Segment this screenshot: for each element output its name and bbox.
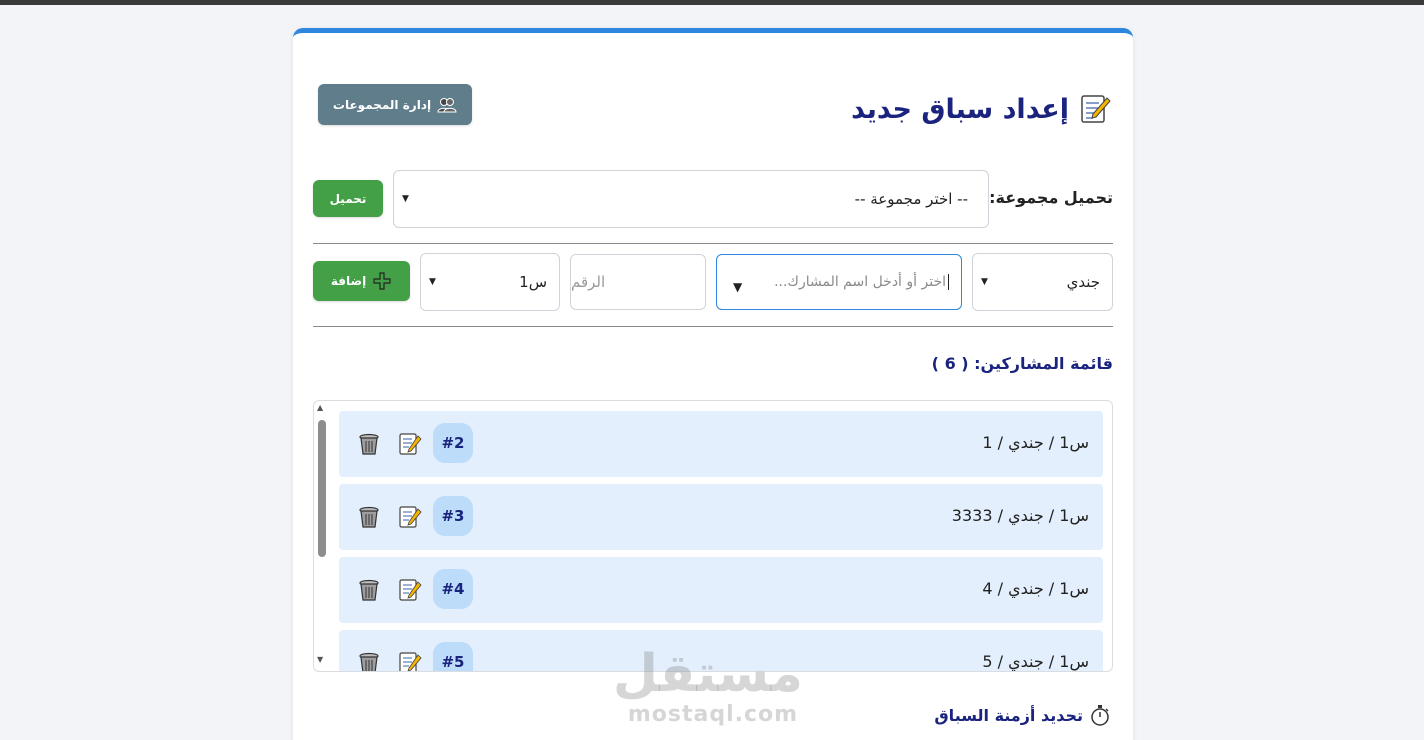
edit-icon[interactable]: [398, 432, 422, 456]
add-participant-button[interactable]: إضافة: [313, 261, 410, 301]
users-icon: [437, 97, 457, 112]
manage-groups-button[interactable]: إدارة المجموعات: [318, 84, 472, 125]
participant-details: س1 / جندي / 5: [982, 652, 1089, 671]
participant-badge: #4: [433, 569, 473, 609]
class-select[interactable]: ▼ س1: [420, 253, 560, 311]
add-participant-label: إضافة: [330, 274, 367, 288]
chevron-down-icon: ▼: [981, 277, 988, 287]
group-select-value: -- اختر مجموعة --: [854, 190, 968, 208]
load-group-label: تحميل مجموعة:: [989, 188, 1113, 207]
participant-badge: #3: [433, 496, 473, 536]
participant-details: س1 / جندي / 1: [982, 433, 1089, 452]
participant-number-placeholder: الرقم: [571, 273, 606, 291]
participant-row: س1 / جندي / 5 #5: [339, 630, 1103, 672]
participants-list[interactable]: ▲ ▼ س1 / جندي / 1 #2 س1 / جندي / 3333 #3…: [313, 400, 1113, 672]
chevron-down-icon: ▼: [402, 194, 409, 204]
trash-icon[interactable]: [357, 578, 381, 602]
memo-icon: [1081, 95, 1111, 123]
participant-row: س1 / جندي / 4 #4: [339, 557, 1103, 623]
trash-icon[interactable]: [357, 505, 381, 529]
participants-list-title: قائمة المشاركين: ( 6 ): [931, 354, 1113, 373]
trash-icon[interactable]: [357, 651, 381, 672]
load-group-button[interactable]: تحميل: [313, 180, 383, 217]
race-timing-title: تحديد أزمنة السباق: [934, 703, 1111, 727]
participant-name-combobox[interactable]: ▼ اختر أو أدخل اسم المشارك...: [716, 254, 962, 310]
participant-details: س1 / جندي / 4: [982, 579, 1089, 598]
divider: [313, 326, 1113, 327]
page-title-text: إعداد سباق جديد: [851, 93, 1069, 125]
plus-icon: [373, 272, 391, 290]
participant-name-placeholder: اختر أو أدخل اسم المشارك...: [774, 274, 949, 290]
class-select-value: س1: [519, 273, 547, 291]
stopwatch-icon: [1091, 705, 1109, 726]
group-select[interactable]: ▼ -- اختر مجموعة --: [393, 170, 989, 228]
race-setup-card: إعداد سباق جديد إدارة المجموعات تحميل مج…: [293, 28, 1133, 740]
dropdown-triangle-icon[interactable]: ▼: [733, 280, 742, 294]
participant-row: س1 / جندي / 3333 #3: [339, 484, 1103, 550]
participant-badge: #5: [433, 642, 473, 671]
participant-number-input[interactable]: الرقم: [570, 254, 706, 310]
scroll-up-arrow[interactable]: ▲: [317, 403, 323, 412]
page-title: إعداد سباق جديد: [851, 89, 1111, 129]
edit-icon[interactable]: [398, 651, 422, 672]
participant-row: س1 / جندي / 1 #2: [339, 411, 1103, 477]
scrollbar-thumb[interactable]: [318, 420, 326, 557]
scroll-down-arrow[interactable]: ▼: [317, 655, 323, 664]
edit-icon[interactable]: [398, 505, 422, 529]
participant-details: س1 / جندي / 3333: [951, 506, 1089, 525]
edit-icon[interactable]: [398, 578, 422, 602]
chevron-down-icon: ▼: [429, 277, 436, 287]
load-group-button-label: تحميل: [329, 191, 367, 206]
browser-top-bar: [0, 0, 1424, 5]
manage-groups-label: إدارة المجموعات: [332, 97, 432, 112]
divider: [313, 243, 1113, 244]
watermark-latin: mostaql.com: [627, 702, 799, 727]
race-timing-title-text: تحديد أزمنة السباق: [934, 705, 1083, 725]
trash-icon[interactable]: [357, 432, 381, 456]
rank-select-value: جندي: [1066, 273, 1100, 291]
rank-select[interactable]: ▼ جندي: [972, 253, 1113, 311]
participant-badge: #2: [433, 423, 473, 463]
